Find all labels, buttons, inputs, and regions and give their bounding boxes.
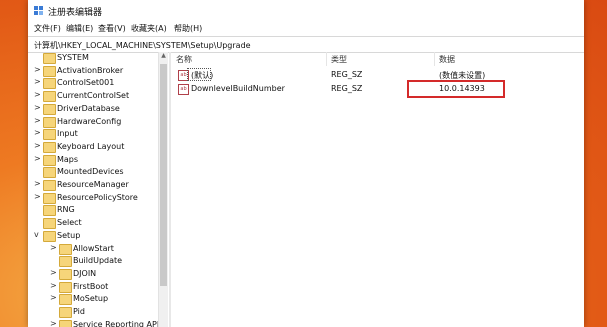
folder-icon (43, 230, 56, 242)
scroll-up-icon[interactable]: ▲ (159, 52, 168, 62)
list-header: 名称 类型 数据 (171, 52, 584, 66)
tree-scrollbar[interactable]: ▲ (158, 52, 168, 327)
value-name: (默认) (191, 71, 214, 80)
tree-item-label: MountedDevices (57, 167, 124, 177)
chevron-right-icon[interactable]: > (50, 319, 58, 327)
folder-icon (43, 78, 56, 90)
tree-item-label: MoSetup (73, 294, 109, 304)
value-type: REG_SZ (331, 84, 363, 93)
folder-icon (59, 281, 72, 293)
folder-icon (43, 65, 56, 77)
header-type[interactable]: 类型 (331, 54, 347, 65)
menu-favorites[interactable]: 收藏夹(A) (131, 23, 167, 34)
tree-item-label: DJOIN (73, 268, 97, 278)
title-bar[interactable]: 注册表编辑器 (28, 0, 584, 22)
tree-item-label: ResourcePolicyStore (57, 192, 138, 202)
key-tree: SYSTEM > ActivationBroker > ControlSet001 > Cu… (28, 52, 169, 327)
chevron-right-icon[interactable]: > (34, 128, 42, 137)
chevron-right-icon[interactable]: > (50, 243, 58, 252)
chevron-right-icon[interactable]: > (50, 293, 58, 302)
folder-icon (43, 116, 56, 128)
tree-item-label: DriverDatabase (57, 103, 120, 113)
tree-item-label: AllowStart (73, 243, 114, 253)
regedit-icon (34, 6, 43, 15)
value-name: DownlevelBuildNumber (191, 84, 285, 93)
chevron-right-icon[interactable]: > (34, 77, 42, 86)
folder-icon (43, 218, 56, 230)
tree-item-label: FirstBoot (73, 281, 109, 291)
highlight-box (407, 80, 505, 98)
tree-item-label: ActivationBroker (57, 65, 124, 75)
menu-file[interactable]: 文件(F) (34, 23, 61, 34)
folder-icon (43, 167, 56, 179)
address-bar[interactable]: 计算机\HKEY_LOCAL_MACHINE\SYSTEM\Setup\Upgr… (28, 36, 584, 53)
chevron-right-icon[interactable]: > (34, 90, 42, 99)
tree-item-label: Service Reporting API (73, 319, 160, 327)
folder-icon (43, 192, 56, 204)
folder-icon (59, 243, 72, 255)
folder-icon (59, 268, 72, 280)
folder-icon (43, 154, 56, 166)
column-divider[interactable] (434, 52, 435, 66)
folder-icon (43, 103, 56, 115)
window-title: 注册表编辑器 (48, 8, 103, 18)
tree-item-label: Select (57, 218, 82, 228)
header-data[interactable]: 数据 (439, 54, 455, 65)
tree-item-label: SYSTEM (57, 53, 89, 62)
address-path[interactable]: 计算机\HKEY_LOCAL_MACHINE\SYSTEM\Setup\Upgr… (34, 40, 251, 51)
regedit-window: 注册表编辑器 文件(F) 编辑(E) 查看(V) 收藏夹(A) 帮助(H) 计算… (28, 0, 584, 327)
folder-icon (43, 91, 56, 103)
folder-icon (59, 319, 72, 327)
value-row-downlevelbuildnumber[interactable]: ab DownlevelBuildNumber REG_SZ 10.0.1439… (171, 82, 584, 96)
tree-item-label: ResourceManager (57, 180, 129, 189)
folder-icon (43, 129, 56, 141)
menu-bar: 文件(F) 编辑(E) 查看(V) 收藏夹(A) 帮助(H) (28, 22, 584, 36)
tree-item-label: Setup (57, 230, 81, 240)
tree-item-label: Maps (57, 154, 79, 164)
chevron-right-icon[interactable]: > (34, 179, 42, 188)
folder-icon (59, 307, 72, 318)
folder-icon (43, 141, 56, 153)
folder-icon (59, 256, 72, 268)
tree-item-label: CurrentControlSet (57, 91, 130, 101)
value-row-default[interactable]: ab (默认) REG_SZ (数值未设置) (171, 68, 584, 82)
folder-icon (43, 205, 56, 217)
chevron-right-icon[interactable]: > (50, 281, 58, 290)
chevron-down-icon[interactable]: v (34, 230, 42, 239)
tree-item-label: ControlSet001 (57, 78, 115, 88)
chevron-right-icon[interactable]: > (34, 103, 42, 112)
folder-icon (59, 294, 72, 306)
chevron-right-icon[interactable]: > (34, 192, 42, 201)
menu-edit[interactable]: 编辑(E) (66, 23, 93, 34)
tree-item-label: Pid (73, 307, 85, 316)
chevron-right-icon[interactable]: > (34, 154, 42, 163)
menu-help[interactable]: 帮助(H) (174, 23, 202, 34)
chevron-right-icon[interactable]: > (34, 141, 42, 150)
chevron-right-icon[interactable]: > (50, 268, 58, 277)
value-list: 名称 类型 数据 ab (默认) REG_SZ (数值未设置) ab Downl… (171, 52, 584, 327)
chevron-right-icon[interactable]: > (34, 116, 42, 125)
header-name[interactable]: 名称 (176, 54, 192, 65)
tree-item-label: BuildUpdate (73, 256, 123, 266)
tree-item-label: Input (57, 129, 78, 139)
value-type: REG_SZ (331, 70, 363, 79)
tree-item-label: Keyboard Layout (57, 141, 125, 151)
tree-item-label: RNG (57, 205, 75, 215)
menu-view[interactable]: 查看(V) (98, 23, 126, 34)
chevron-right-icon[interactable]: > (34, 65, 42, 74)
column-divider[interactable] (326, 52, 327, 66)
folder-icon (43, 53, 56, 64)
folder-icon (43, 180, 56, 191)
tree-item-label: HardwareConfig (57, 116, 122, 126)
string-value-icon: ab (178, 84, 189, 95)
scroll-thumb[interactable] (160, 64, 167, 286)
